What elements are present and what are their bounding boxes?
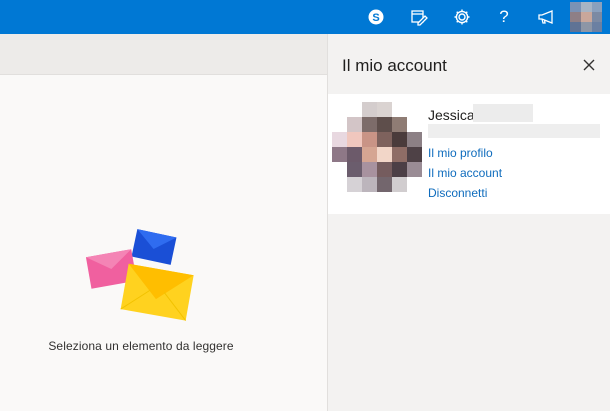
close-icon <box>583 59 595 71</box>
account-panel: Il mio account Jessica Il mio profilo Il… <box>327 34 610 411</box>
skype-icon[interactable]: S <box>356 0 396 34</box>
close-button[interactable] <box>578 54 600 76</box>
user-name: Jessica <box>428 107 475 123</box>
sign-out-link[interactable]: Disconnetti <box>428 186 487 200</box>
surname-redacted <box>473 104 533 122</box>
email-redacted <box>428 124 600 138</box>
help-icon-glyph: ? <box>499 7 509 26</box>
avatar[interactable] <box>570 2 602 32</box>
gear-icon[interactable] <box>442 0 482 34</box>
toolbar-strip <box>0 34 327 75</box>
panel-title: Il mio account <box>342 56 447 75</box>
envelopes-illustration <box>86 229 194 321</box>
edit-calendar-icon[interactable] <box>399 0 439 34</box>
profile-photo <box>332 102 422 192</box>
my-account-link[interactable]: Il mio account <box>428 166 502 180</box>
megaphone-icon[interactable] <box>526 0 566 34</box>
svg-text:S: S <box>372 12 379 24</box>
top-bar: S ? <box>0 0 610 34</box>
my-profile-link[interactable]: Il mio profilo <box>428 146 493 160</box>
account-card: Jessica Il mio profilo Il mio account Di… <box>328 94 610 214</box>
help-icon[interactable]: ? <box>484 0 524 34</box>
empty-state-message: Seleziona un elemento da leggere <box>48 339 234 353</box>
reading-pane: Seleziona un elemento da leggere <box>0 75 327 411</box>
